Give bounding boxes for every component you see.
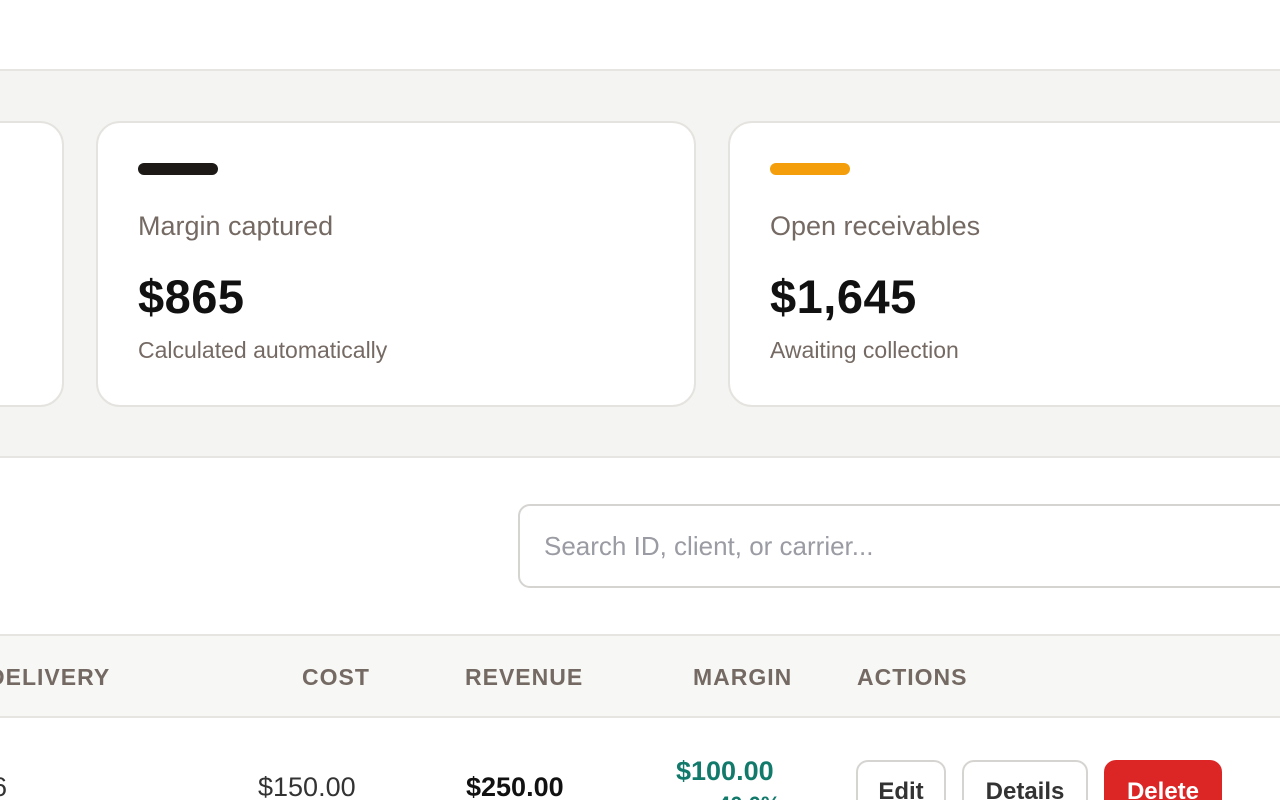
cell-margin-percent: 40.0%	[718, 792, 780, 800]
cell-margin-amount: $100.00	[676, 756, 774, 786]
top-header	[0, 0, 1280, 71]
stats-section: Margin captured $865 Calculated automati…	[0, 71, 1280, 458]
delete-button[interactable]: Delete	[1104, 760, 1222, 800]
cell-delivery: 6	[0, 772, 7, 800]
details-button[interactable]: Details	[962, 760, 1088, 800]
page: Margin captured $865 Calculated automati…	[0, 0, 1280, 800]
stat-label: Margin captured	[138, 211, 334, 241]
table-header: DELIVERY COST REVENUE MARGIN ACTIONS	[0, 634, 1280, 718]
stat-note: Awaiting collection	[770, 337, 959, 363]
column-header-margin[interactable]: MARGIN	[693, 664, 792, 691]
stat-value: $865	[138, 270, 245, 323]
stat-card-partial	[0, 121, 64, 407]
stat-card-margin-captured: Margin captured $865 Calculated automati…	[96, 121, 696, 407]
column-header-delivery[interactable]: DELIVERY	[0, 664, 110, 691]
column-header-actions: ACTIONS	[857, 664, 968, 690]
table-row: 6 $150.00 $250.00 $100.00 40.0% Edit Det…	[0, 718, 1280, 800]
stat-accent-bar	[770, 163, 850, 175]
stat-note: Calculated automatically	[138, 337, 388, 363]
column-header-cost[interactable]: COST	[302, 664, 370, 691]
cell-cost: $150.00	[258, 772, 356, 800]
stat-value: $1,645	[770, 270, 917, 323]
column-header-revenue[interactable]: REVENUE	[465, 664, 583, 691]
edit-button[interactable]: Edit	[856, 760, 946, 800]
cell-revenue: $250.00	[466, 772, 564, 800]
stat-accent-bar	[138, 163, 218, 175]
stat-label: Open receivables	[770, 211, 981, 241]
search-input[interactable]	[518, 504, 1280, 588]
stat-card-open-receivables: Open receivables $1,645 Awaiting collect…	[728, 121, 1280, 407]
